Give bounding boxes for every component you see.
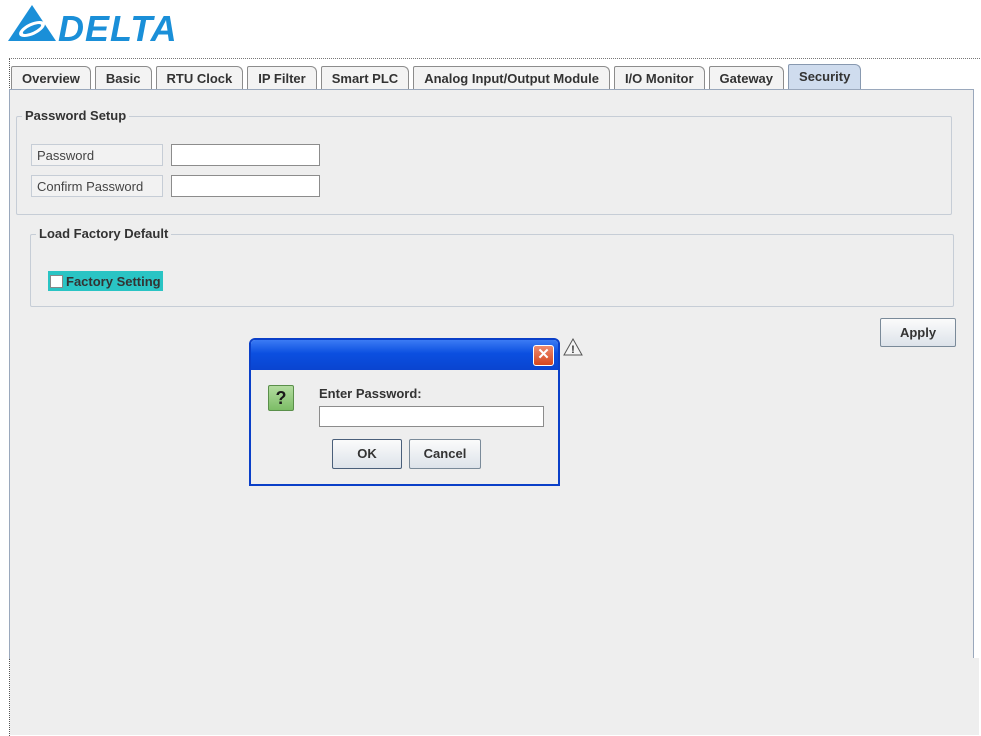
password-input[interactable]	[171, 144, 320, 166]
apply-button[interactable]: Apply	[880, 318, 956, 347]
tab-smart-plc[interactable]: Smart PLC	[320, 66, 410, 90]
factory-setting-label: Factory Setting	[66, 273, 161, 289]
enter-password-label: Enter Password:	[319, 386, 422, 401]
tab-rtu-clock[interactable]: RTU Clock	[155, 66, 244, 90]
logo-text: DELTA	[58, 8, 178, 43]
question-icon: ?	[268, 385, 294, 411]
confirm-password-input[interactable]	[171, 175, 320, 197]
confirm-password-label: Confirm Password	[31, 175, 163, 197]
tab-analog-io-module[interactable]: Analog Input/Output Module	[413, 66, 610, 90]
delta-logo: DELTA	[8, 3, 178, 43]
tab-gateway[interactable]: Gateway	[708, 66, 785, 90]
tab-io-monitor[interactable]: I/O Monitor	[613, 66, 705, 90]
warning-icon: !	[563, 337, 583, 359]
tab-security[interactable]: Security	[788, 64, 862, 90]
status-area	[10, 658, 979, 735]
factory-default-group: Load Factory Default	[30, 226, 954, 307]
ok-button[interactable]: OK	[332, 439, 402, 469]
password-label: Password	[31, 144, 163, 166]
close-icon[interactable]: ✕	[533, 345, 554, 366]
factory-default-title: Load Factory Default	[36, 226, 172, 241]
password-setup-title: Password Setup	[22, 108, 130, 123]
tab-overview[interactable]: Overview	[11, 66, 91, 90]
enter-password-dialog: ✕ ? Enter Password: OK Cancel	[249, 338, 560, 486]
tab-bar: Overview Basic RTU Clock IP Filter Smart…	[11, 64, 865, 90]
factory-setting-checkbox-row[interactable]: Factory Setting	[48, 271, 163, 291]
tab-basic[interactable]: Basic	[94, 66, 152, 90]
warning-glyph: !	[571, 344, 575, 356]
factory-setting-checkbox[interactable]	[50, 274, 63, 288]
dialog-titlebar[interactable]: ✕	[251, 340, 558, 370]
tab-ip-filter[interactable]: IP Filter	[247, 66, 317, 90]
cancel-button[interactable]: Cancel	[409, 439, 481, 469]
dialog-password-input[interactable]	[319, 406, 544, 427]
